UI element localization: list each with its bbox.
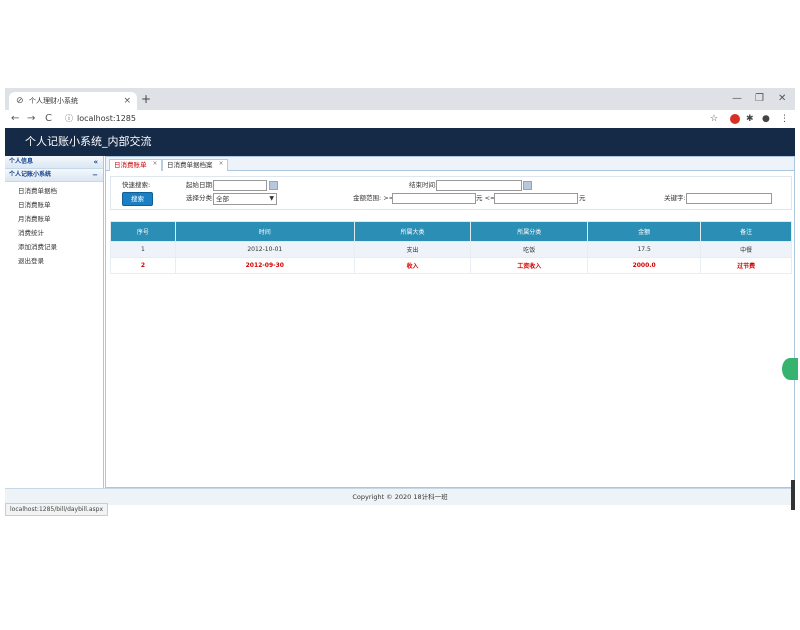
- calendar-icon[interactable]: [523, 181, 532, 190]
- bill-table: 序号 时间 所属大类 所属分类 金额 备注 1 2012-10-01 支出 吃饭…: [110, 221, 792, 274]
- sidebar-item-statistics[interactable]: 消费统计: [18, 228, 44, 238]
- close-tab-icon[interactable]: ×: [152, 158, 157, 169]
- amount-min-input[interactable]: [392, 193, 476, 204]
- globe-icon: ⊘: [16, 96, 24, 106]
- column-header[interactable]: 金额: [587, 221, 702, 242]
- sidebar-section-label: 个人信息: [9, 158, 34, 165]
- content-tabs: 日消费账单 × 日消费单据档案 ×: [106, 157, 794, 171]
- bookmark-star-icon[interactable]: ☆: [710, 112, 718, 126]
- category-select[interactable]: 全部 ▼: [213, 193, 277, 205]
- tab-label: 日消费账单: [114, 161, 147, 169]
- amount-range-label: 金额范围: >=: [353, 194, 395, 202]
- amount-unit-label: 元: [579, 194, 586, 202]
- sidebar-section-label: 个人记账小系统: [9, 171, 52, 178]
- sidebar-item-monthly-bill[interactable]: 月消费账单: [18, 214, 51, 224]
- search-form: 快速搜索: 起始日期: 结束时间: 选择分类: 全部 ▼ 金额范围: >= 元 …: [110, 176, 792, 210]
- start-date-label: 起始日期:: [186, 181, 215, 189]
- tab-daily-bill[interactable]: 日消费账单 ×: [109, 159, 162, 171]
- table-cell: 1: [110, 241, 176, 258]
- puzzle-icon[interactable]: ✱: [746, 112, 754, 126]
- collapse-icon[interactable]: −: [92, 169, 98, 181]
- table-cell: 17.5: [587, 241, 702, 258]
- end-date-input[interactable]: [436, 180, 522, 191]
- keyword-label: 关键字:: [664, 194, 686, 202]
- category-label: 选择分类:: [186, 194, 215, 202]
- table-row[interactable]: 1 2012-10-01 支出 吃饭 17.5 中餐: [110, 241, 792, 258]
- column-header[interactable]: 所属分类: [470, 221, 589, 242]
- tab-daily-records[interactable]: 日消费单据档案 ×: [162, 159, 228, 171]
- close-tab-icon[interactable]: ×: [123, 92, 131, 110]
- sidebar-section-accounting[interactable]: 个人记账小系统 −: [5, 169, 103, 182]
- forward-icon[interactable]: →: [27, 112, 35, 126]
- sidebar-item-daily-records[interactable]: 日消费单据档: [18, 186, 57, 196]
- close-tab-icon[interactable]: ×: [218, 158, 223, 169]
- sidebar-item-daily-bill[interactable]: 日消费账单: [18, 200, 51, 210]
- table-cell: 吃饭: [470, 241, 589, 258]
- table-cell: 2012-10-01: [174, 241, 355, 258]
- amount-max-input[interactable]: [494, 193, 578, 204]
- table-cell: 2000.0: [587, 257, 702, 274]
- restore-button[interactable]: ❐: [755, 91, 764, 107]
- reload-icon[interactable]: C: [45, 112, 52, 126]
- column-header[interactable]: 时间: [174, 221, 355, 242]
- tab-label: 日消费单据档案: [167, 161, 213, 169]
- url-field[interactable]: localhost:1285: [77, 112, 136, 126]
- sidebar-item-add-record[interactable]: 添加消费记录: [18, 242, 57, 252]
- content-panel: 日消费账单 × 日消费单据档案 × 快速搜索: 起始日期: 结束时间: 选择分类…: [105, 156, 795, 488]
- search-button[interactable]: 搜索: [122, 192, 153, 206]
- back-icon[interactable]: ←: [11, 112, 19, 126]
- collapse-icon[interactable]: «: [93, 156, 98, 168]
- browser-tabstrip: ⊘ 个人理财小系统 × + — ❐ ✕: [5, 88, 795, 110]
- minimize-button[interactable]: —: [732, 91, 742, 107]
- menu-icon[interactable]: ⋮: [780, 112, 789, 126]
- table-cell: 中餐: [700, 241, 792, 258]
- table-header-row: 序号 时间 所属大类 所属分类 金额 备注: [110, 221, 792, 242]
- table-cell: 2012-09-30: [174, 257, 355, 274]
- close-window-button[interactable]: ✕: [778, 91, 786, 107]
- fuzzy-search-label: 快速搜索:: [122, 181, 151, 189]
- browser-tab[interactable]: ⊘ 个人理财小系统 ×: [9, 92, 137, 110]
- app-title: 个人记账小系统_内部交流: [25, 135, 152, 148]
- app-header: 个人记账小系统_内部交流: [5, 128, 795, 156]
- floating-widget-button[interactable]: [782, 358, 798, 380]
- column-header[interactable]: 序号: [110, 221, 176, 242]
- address-bar: ← → C ⓘ localhost:1285 ☆ ✱ ● ⋮: [5, 110, 795, 129]
- table-row[interactable]: 2 2012-09-30 收入 工资收入 2000.0 过节费: [110, 257, 792, 274]
- table-cell: 2: [110, 257, 176, 274]
- browser-tab-title: 个人理财小系统: [29, 97, 78, 105]
- start-date-input[interactable]: [213, 180, 267, 191]
- extension-icon[interactable]: [730, 114, 740, 124]
- footer-copyright: Copyright © 2020 18计科一班: [5, 488, 795, 505]
- sidebar-item-logout[interactable]: 退出登录: [18, 256, 44, 266]
- profile-icon[interactable]: ●: [762, 112, 770, 126]
- column-header[interactable]: 备注: [700, 221, 792, 242]
- table-cell: 工资收入: [470, 257, 589, 274]
- table-cell: 过节费: [700, 257, 792, 274]
- sidebar-section-personal[interactable]: 个人信息 «: [5, 156, 103, 169]
- end-date-label: 结束时间:: [409, 181, 438, 189]
- new-tab-button[interactable]: +: [141, 91, 151, 107]
- calendar-icon[interactable]: [269, 181, 278, 190]
- column-header[interactable]: 所属大类: [353, 221, 472, 242]
- browser-window: ⊘ 个人理财小系统 × + — ❐ ✕ ← → C ⓘ localhost:12…: [5, 88, 795, 516]
- status-url: localhost:1285/bill/daybill.aspx: [5, 503, 108, 516]
- info-icon[interactable]: ⓘ: [65, 112, 73, 126]
- keyword-input[interactable]: [686, 193, 772, 204]
- amount-unit-label: 元 <=: [476, 194, 496, 202]
- sidebar: 个人信息 « 个人记账小系统 − 日消费单据档 日消费账单 月消费账单 消费统计…: [5, 156, 104, 488]
- table-cell: 支出: [353, 241, 472, 258]
- category-select-value: 全部: [216, 195, 229, 203]
- side-handle[interactable]: [791, 480, 795, 510]
- chevron-down-icon: ▼: [269, 195, 274, 202]
- table-cell: 收入: [353, 257, 472, 274]
